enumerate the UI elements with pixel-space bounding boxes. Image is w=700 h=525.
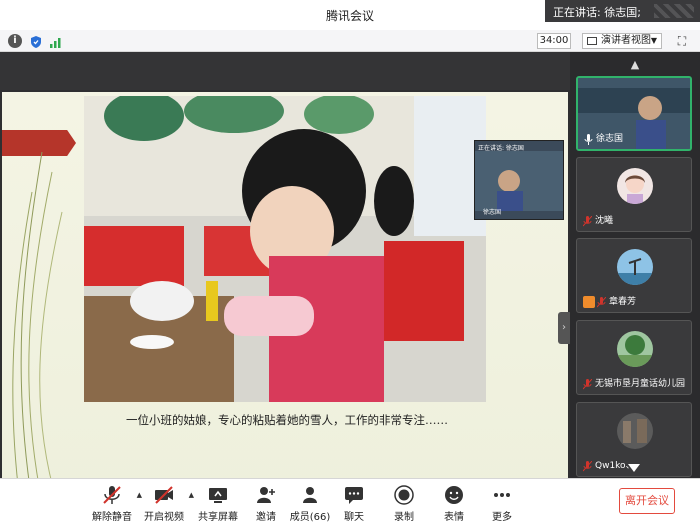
slide-caption: 一位小班的姑娘，专心的粘贴着她的雪人，工作的非常专注…… bbox=[126, 413, 448, 427]
participant-tile[interactable]: 沈曦 bbox=[576, 157, 692, 232]
collapse-panel-tab[interactable]: › bbox=[558, 312, 570, 344]
avatar bbox=[617, 168, 653, 204]
view-mode-label: 演讲者视图 bbox=[601, 35, 651, 46]
slide-photo bbox=[84, 96, 486, 402]
shield-icon[interactable] bbox=[29, 34, 43, 48]
unmute-label: 解除静音 bbox=[92, 512, 132, 523]
start-video-button[interactable]: 开启视频 ▲ bbox=[136, 483, 194, 523]
presentation-slide: 一位小班的姑娘，专心的粘贴着她的雪人，工作的非常专注…… 正在讲话: 徐志国 徐… bbox=[2, 92, 568, 506]
voice-wave-icon bbox=[654, 4, 694, 18]
start-video-label: 开启视频 bbox=[144, 512, 184, 523]
meeting-info-bar: i 34:00 演讲者视图 ▼ ⛶ bbox=[0, 30, 700, 52]
add-user-icon bbox=[257, 487, 275, 503]
mic-off-icon bbox=[583, 461, 592, 472]
mic-off-icon bbox=[103, 486, 121, 504]
more-label: 更多 bbox=[492, 512, 512, 523]
pip-speaker-name: 徐志国 bbox=[483, 209, 502, 216]
mic-off-icon bbox=[597, 297, 606, 308]
more-icon bbox=[494, 493, 510, 497]
view-mode-dropdown[interactable]: 演讲者视图 ▼ bbox=[582, 33, 662, 49]
participant-name: 徐志国 bbox=[596, 134, 624, 144]
fullscreen-icon[interactable]: ⛶ bbox=[675, 34, 689, 48]
meeting-toolbar: 解除静音 ▲ 开启视频 ▲ 共享屏幕 邀请 成员(66) 聊天 录制 表情 更多… bbox=[0, 478, 700, 525]
unmute-button[interactable]: 解除静音 ▲ bbox=[84, 483, 142, 523]
speaking-indicator: 正在讲话: 徐志国; bbox=[545, 0, 700, 22]
mic-off-icon bbox=[583, 216, 592, 227]
video-off-icon bbox=[155, 486, 173, 504]
participant-name: 无锡市垦月童话幼儿园 bbox=[595, 379, 686, 389]
chevron-down-icon: ▼ bbox=[650, 36, 657, 45]
record-button[interactable]: 录制 bbox=[376, 483, 432, 523]
speaker-pip-video[interactable]: 正在讲话: 徐志国 徐志国 bbox=[474, 140, 564, 220]
participant-tile[interactable]: 章春芳 bbox=[576, 238, 692, 313]
tencent-meeting-window: 腾讯会议 正在讲话: 徐志国; i 34:00 演讲者视图 ▼ ⛶ 一位小班的姑… bbox=[0, 0, 700, 525]
avatar bbox=[617, 413, 653, 449]
info-icon[interactable]: i bbox=[8, 34, 22, 48]
participant-video-panel: ▲ 徐志国 沈曦 章春芳 无锡市垦月童话幼儿园 Qw1ko、 bbox=[570, 52, 700, 478]
mic-on-icon bbox=[584, 134, 593, 145]
avatar bbox=[617, 331, 653, 367]
title-bar: 腾讯会议 正在讲话: 徐志国; bbox=[0, 0, 700, 30]
participant-name: 章春芳 bbox=[609, 297, 637, 307]
share-screen-icon bbox=[209, 488, 227, 503]
chat-label: 聊天 bbox=[344, 512, 364, 523]
host-icon bbox=[583, 296, 595, 308]
participant-tile[interactable]: 徐志国 bbox=[576, 76, 692, 151]
layout-icon bbox=[587, 37, 597, 45]
avatar bbox=[617, 249, 653, 285]
chat-icon bbox=[345, 487, 363, 504]
slide-decoration-lines bbox=[12, 152, 63, 502]
more-button[interactable]: 更多 bbox=[474, 483, 530, 523]
speaking-text: 正在讲话: 徐志国; bbox=[553, 6, 641, 19]
record-label: 录制 bbox=[394, 512, 414, 523]
participant-name: 沈曦 bbox=[595, 216, 614, 226]
chat-button[interactable]: 聊天 bbox=[326, 483, 382, 523]
mic-off-icon bbox=[583, 379, 592, 390]
record-icon bbox=[394, 485, 414, 505]
screen-share-area: 一位小班的姑娘，专心的粘贴着她的雪人，工作的非常专注…… 正在讲话: 徐志国 徐… bbox=[0, 52, 570, 512]
scroll-down-icon[interactable] bbox=[628, 464, 640, 472]
share-top-strip bbox=[0, 52, 570, 90]
members-icon bbox=[303, 487, 317, 503]
signal-strength-icon[interactable] bbox=[49, 34, 63, 48]
emoji-icon bbox=[445, 486, 463, 504]
meeting-timer: 34:00 bbox=[537, 33, 571, 49]
participant-tile[interactable]: 无锡市垦月童话幼儿园 bbox=[576, 320, 692, 395]
scroll-up-icon[interactable]: ▲ bbox=[570, 58, 700, 71]
leave-meeting-button[interactable]: 离开会议 bbox=[619, 488, 675, 514]
